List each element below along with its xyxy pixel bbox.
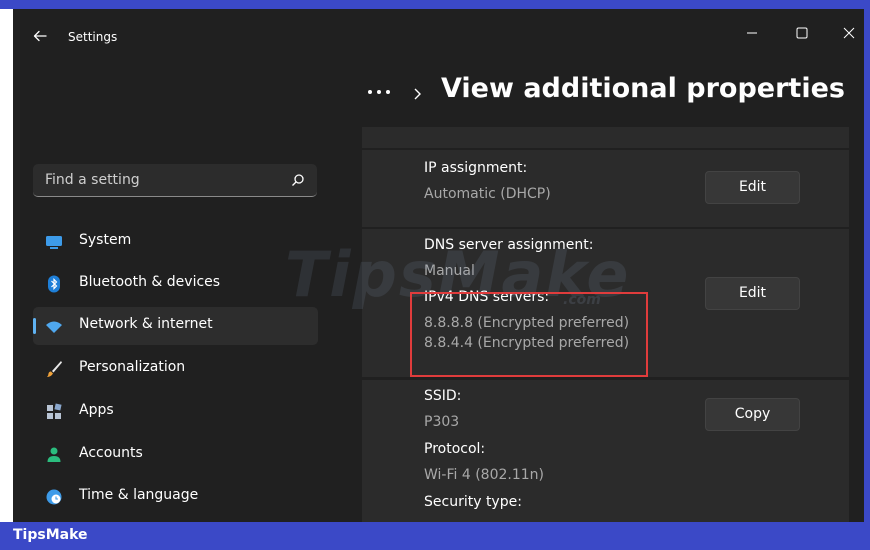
sidebar-item-time-language[interactable]: Time & language <box>33 478 318 516</box>
sidebar-item-label: Apps <box>79 402 114 418</box>
globe-clock-icon <box>46 489 62 505</box>
protocol-label: Protocol: <box>424 441 486 457</box>
sidebar-item-label: Accounts <box>79 445 143 461</box>
minimize-icon <box>747 32 757 34</box>
protocol-value: Wi-Fi 4 (802.11n) <box>424 467 544 483</box>
wifi-icon <box>46 321 62 333</box>
apps-icon <box>47 403 62 419</box>
footer-bar: TipsMake <box>0 522 870 550</box>
dns-edit-button[interactable]: Edit <box>705 277 800 310</box>
security-type-label: Security type: <box>424 494 522 510</box>
sidebar-item-label: Time & language <box>79 487 199 503</box>
monitor-icon <box>46 236 62 249</box>
search-icon[interactable] <box>291 173 305 187</box>
sidebar-item-label: System <box>79 232 132 248</box>
maximize-button[interactable] <box>782 19 822 47</box>
sidebar-item-label: Bluetooth & devices <box>79 274 221 290</box>
ip-assignment-card: IP assignment: Automatic (DHCP) Edit <box>362 150 849 227</box>
more-options-icon[interactable] <box>365 87 393 97</box>
brush-icon <box>47 361 62 377</box>
ip-edit-button[interactable]: Edit <box>705 171 800 204</box>
app-title: Settings <box>68 30 118 44</box>
ip-assignment-label: IP assignment: <box>424 160 528 176</box>
sidebar-item-network[interactable]: Network & internet <box>33 307 318 345</box>
close-icon <box>843 27 855 39</box>
sidebar-item-label: Personalization <box>79 359 186 375</box>
sidebar-item-apps[interactable]: Apps <box>33 393 318 431</box>
search-input[interactable]: Find a setting <box>33 164 317 197</box>
page-title: View additional properties <box>441 73 845 104</box>
ssid-value: P303 <box>424 414 460 430</box>
minimize-button[interactable] <box>732 19 772 47</box>
back-arrow-icon[interactable] <box>32 28 48 44</box>
sidebar-item-label: Network & internet <box>79 316 213 332</box>
search-placeholder: Find a setting <box>45 172 140 188</box>
footer-brand: TipsMake <box>13 527 88 543</box>
properties-card-top <box>362 127 849 148</box>
frame-right-border <box>864 9 870 522</box>
maximize-icon <box>796 27 808 39</box>
sidebar-item-personalization[interactable]: Personalization <box>33 350 318 388</box>
dns-highlight-box <box>410 292 648 377</box>
bluetooth-icon <box>48 275 60 293</box>
sidebar-item-accounts[interactable]: Accounts <box>33 436 318 474</box>
sidebar-item-bluetooth[interactable]: Bluetooth & devices <box>33 265 318 303</box>
breadcrumb-chevron-icon <box>414 88 421 100</box>
wifi-properties-card: SSID: P303 Protocol: Wi-Fi 4 (802.11n) S… <box>362 380 849 522</box>
close-button[interactable] <box>829 19 869 47</box>
selection-indicator <box>33 318 36 334</box>
sidebar-item-system[interactable]: System <box>33 223 318 261</box>
frame-top-border <box>0 0 870 9</box>
ssid-label: SSID: <box>424 388 462 404</box>
person-icon <box>47 447 61 462</box>
copy-button[interactable]: Copy <box>705 398 800 431</box>
ip-assignment-value: Automatic (DHCP) <box>424 186 551 202</box>
